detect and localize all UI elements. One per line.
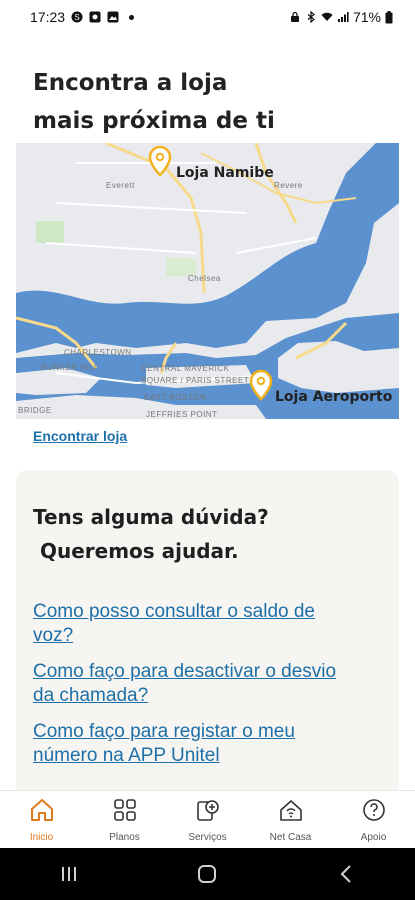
faq-question-register-number[interactable]: Como faço para registar o meu número na … xyxy=(33,720,373,768)
nav-label: Serviços xyxy=(188,831,227,843)
nav-label: Net Casa xyxy=(269,831,312,843)
map-pin-label-aeroporto: Loja Aeroporto xyxy=(275,389,393,405)
store-title-line1: Encontra a loja xyxy=(33,70,228,96)
recent-apps-icon xyxy=(62,867,77,881)
nav-label: Planos xyxy=(109,831,140,843)
find-store-link[interactable]: Encontrar loja xyxy=(33,428,127,444)
map-place-east-boston: EAST BOSTON xyxy=(144,393,206,402)
router-icon xyxy=(279,799,302,821)
nav-label: Apoio xyxy=(360,831,387,843)
image-notification-icon xyxy=(107,11,119,23)
store-section-title: Encontra a loja mais próxima de ti xyxy=(33,64,393,140)
faq-card: Tens alguma dúvida? Queremos ajudar. Com… xyxy=(16,470,399,800)
services-icon xyxy=(196,799,219,821)
faq-question-line: Como faço para desactivar o desvio xyxy=(33,661,337,682)
notification-dot xyxy=(129,14,135,20)
wifi-icon xyxy=(321,12,333,21)
nav-item-net-casa[interactable]: Net Casa xyxy=(256,797,326,844)
nav-label: Inicio xyxy=(29,831,54,843)
grid-icon xyxy=(113,798,136,821)
svg-text:S: S xyxy=(74,13,79,22)
battery-percentage: 71% xyxy=(352,9,381,25)
faq-question-line: Como posso consultar o saldo de xyxy=(33,601,315,622)
faq-question-line: Como faço para registar o meu xyxy=(33,721,295,742)
store-title-line2: mais próxima de ti xyxy=(33,108,275,134)
map-canvas[interactable]: Everett Revere Chelsea CHARLESTOWN BUNKE… xyxy=(16,143,399,419)
faq-title: Tens alguma dúvida? Queremos ajudar. xyxy=(33,500,373,568)
battery-icon xyxy=(385,10,393,23)
bottom-navigation: Inicio Planos Serviços Net Casa Apoio xyxy=(0,790,415,849)
bluetooth-icon xyxy=(307,11,315,23)
skype-icon: S xyxy=(71,11,83,23)
status-time: 17:23 xyxy=(30,9,66,25)
home-system-button[interactable] xyxy=(177,854,237,894)
map-place-chelsea: Chelsea xyxy=(188,274,221,283)
help-icon xyxy=(362,798,385,821)
faq-question-voice-balance[interactable]: Como posso consultar o saldo de voz? xyxy=(33,600,373,648)
signal-icon xyxy=(337,12,349,22)
home-system-icon xyxy=(198,865,217,883)
settings-notification-icon xyxy=(89,11,101,23)
nav-item-planos[interactable]: Planos xyxy=(90,797,160,844)
map-place-bunker-hill: BUNKER HILL xyxy=(41,363,99,372)
faq-question-call-forwarding[interactable]: Como faço para desactivar o desvio da ch… xyxy=(33,660,373,708)
faq-title-line1: Tens alguma dúvida? xyxy=(33,505,269,529)
lock-icon xyxy=(290,11,299,22)
faq-title-line2: Queremos ajudar. xyxy=(33,539,239,563)
map-place-charlestown: CHARLESTOWN xyxy=(64,348,132,357)
nav-item-servicos[interactable]: Serviços xyxy=(173,797,243,844)
map-place-jeffries-point: JEFFRIES POINT xyxy=(146,410,217,419)
home-icon xyxy=(30,798,53,821)
map-place-revere: Revere xyxy=(274,181,303,190)
back-button[interactable] xyxy=(316,854,376,894)
faq-question-line: voz? xyxy=(33,625,74,646)
map-place-bridge: BRIDGE xyxy=(18,406,52,415)
back-icon xyxy=(340,865,351,883)
nav-item-inicio[interactable]: Inicio xyxy=(7,797,77,844)
map-place-central-maverick: CENTRAL MAVERICK xyxy=(141,364,230,373)
map-pin-label-namibe: Loja Namibe xyxy=(176,165,274,181)
system-navigation-bar xyxy=(0,848,415,900)
map-place-paris-street: SQUARE / PARIS STREET xyxy=(141,376,249,385)
status-bar: 17:23 S 71% xyxy=(0,0,415,34)
recent-apps-button[interactable] xyxy=(39,854,99,894)
faq-question-line: número na APP Unitel xyxy=(33,745,220,766)
nav-item-apoio[interactable]: Apoio xyxy=(339,797,409,844)
store-map[interactable]: Everett Revere Chelsea CHARLESTOWN BUNKE… xyxy=(16,143,399,419)
map-place-everett: Everett xyxy=(106,181,135,190)
faq-question-line: da chamada? xyxy=(33,685,149,706)
